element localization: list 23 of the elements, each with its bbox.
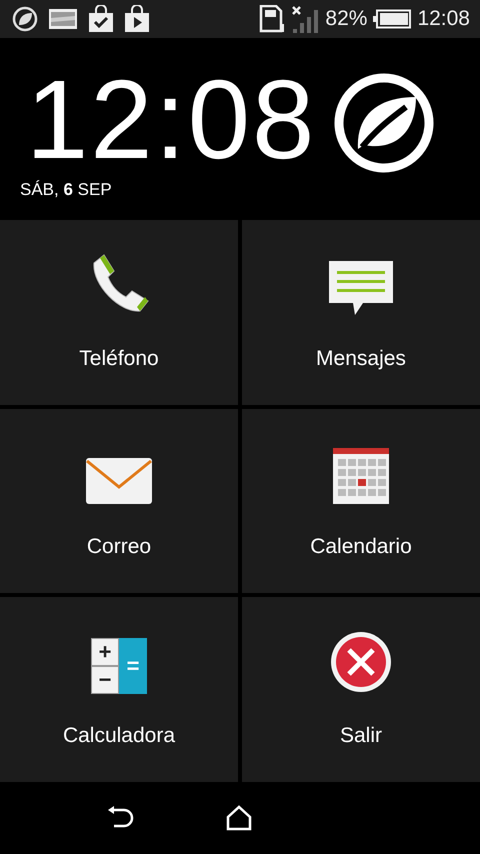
app-tile[interactable]: Mensajes	[242, 220, 480, 405]
status-time: 12:08	[417, 7, 470, 31]
sim-card-icon	[259, 5, 286, 33]
no-signal-icon	[291, 5, 320, 33]
leaf-logo-icon	[332, 71, 436, 175]
battery-percentage: 82%	[325, 7, 368, 31]
message-bubble-icon	[327, 258, 395, 317]
envelope-icon	[85, 457, 153, 506]
app-tile[interactable]: Calendario	[242, 408, 480, 594]
play-store-icon	[124, 5, 150, 33]
clock: 12:08	[26, 64, 316, 176]
home-icon[interactable]	[226, 805, 252, 831]
shopping-bag-icon	[88, 5, 114, 33]
date: SÁB, 6 SEP	[20, 180, 112, 200]
image-icon	[48, 8, 78, 30]
leaf-icon	[12, 6, 38, 32]
battery-icon	[373, 9, 412, 29]
calendar-icon	[332, 447, 390, 506]
app-tile[interactable]: Salir	[242, 597, 480, 782]
app-tile[interactable]: Correo	[0, 408, 238, 594]
close-icon	[329, 630, 393, 694]
app-tile[interactable]: Teléfono	[0, 220, 238, 405]
back-icon[interactable]	[106, 806, 134, 830]
